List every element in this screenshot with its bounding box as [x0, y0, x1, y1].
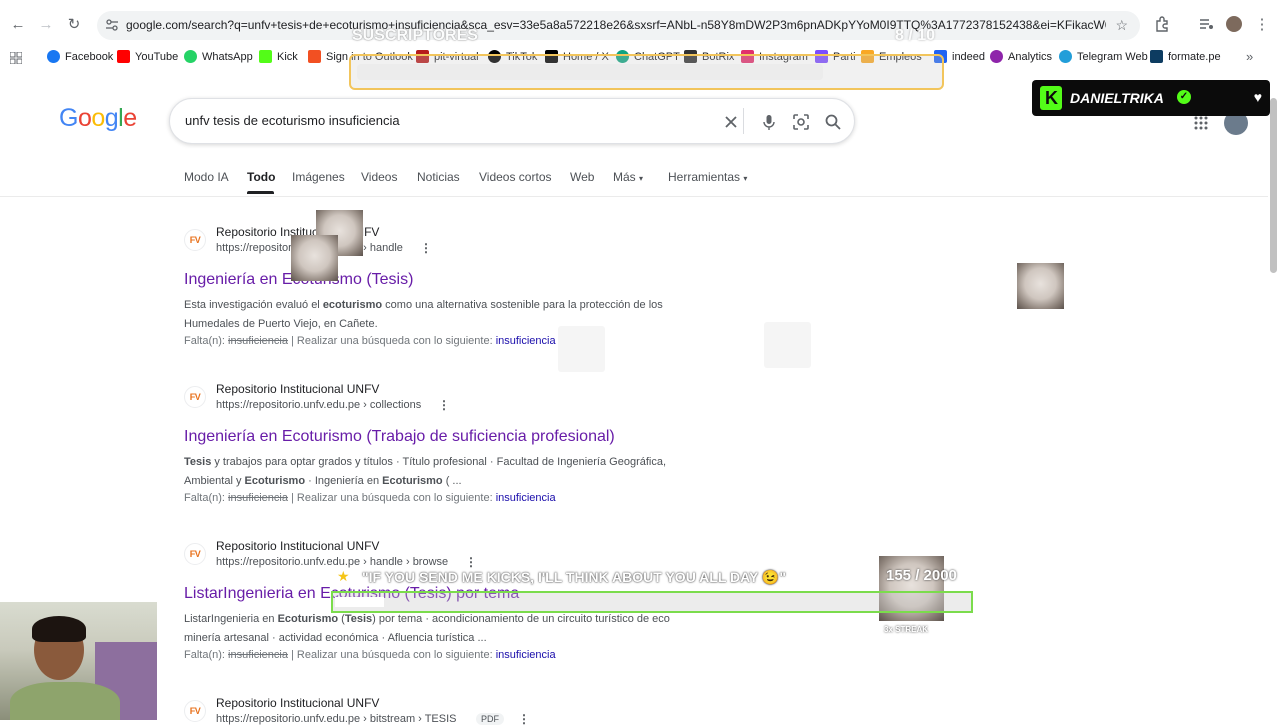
more-options-icon[interactable]: ⋮: [465, 555, 477, 569]
tab-herramientas[interactable]: Herramientas ▾: [668, 170, 747, 184]
search-icon[interactable]: [824, 113, 842, 131]
header-divider: [0, 196, 1268, 197]
extensions-icon[interactable]: [1154, 16, 1170, 32]
tab-videos-cortos[interactable]: Videos cortos: [479, 170, 552, 184]
whatsapp-icon: [184, 50, 197, 63]
facebook-icon: [47, 50, 60, 63]
tab-noticias[interactable]: Noticias: [417, 170, 460, 184]
site-info-icon[interactable]: [105, 18, 119, 32]
tab-modo-ia[interactable]: Modo IA: [184, 170, 229, 184]
bookmark-star-icon[interactable]: ☆: [1115, 17, 1128, 34]
tab-imagenes[interactable]: Imágenes: [292, 170, 345, 184]
kick-icon: [259, 50, 272, 63]
reload-icon[interactable]: ↻: [64, 14, 84, 34]
menu-icon[interactable]: ⋮: [1252, 14, 1272, 34]
bookmark-facebook[interactable]: Facebook: [47, 50, 113, 63]
subscribers-goal-bar: [349, 54, 944, 90]
result-snippet: ListarIngenieria en Ecoturismo (Tesis) p…: [184, 613, 670, 644]
profile-avatar[interactable]: [1226, 16, 1242, 32]
apps-grid-icon[interactable]: [10, 52, 22, 64]
hamster-sticker: [291, 235, 338, 281]
active-tab-indicator: [247, 191, 274, 194]
google-lens-icon[interactable]: [792, 113, 810, 131]
formate-icon: [1150, 50, 1163, 63]
search-input[interactable]: unfv tesis de ecoturismo insuficiencia: [185, 113, 400, 128]
url-text: google.com/search?q=unfv+tesis+de+ecotur…: [126, 18, 1106, 32]
chevron-down-icon: ▾: [639, 174, 644, 183]
missing-terms: Falta(n): insuficiencia | Realizar una b…: [184, 649, 556, 661]
webcam-feed: [0, 602, 157, 720]
faded-sticker: [558, 326, 605, 372]
heart-icon: ♥: [1253, 89, 1262, 105]
missing-terms: Falta(n): insuficiencia | Realizar una b…: [184, 492, 556, 504]
tab-mas[interactable]: Más ▾: [613, 170, 643, 184]
subscribers-goal-count: 8 / 10: [895, 27, 936, 44]
back-icon[interactable]: ←: [8, 14, 28, 34]
clear-icon[interactable]: [722, 113, 740, 131]
kick-channel-badge: DANIELTRIKA ✓ ♥: [1032, 80, 1270, 116]
kicks-goal-fill: [335, 597, 384, 607]
result-title[interactable]: Ingeniería en Ecoturismo (Trabajo de suf…: [184, 428, 615, 446]
kick-logo-icon: [1040, 86, 1062, 110]
google-apps-icon[interactable]: [1194, 116, 1208, 130]
more-bookmarks-icon[interactable]: »: [1246, 49, 1253, 64]
kicks-goal-count: 155 / 2000: [886, 567, 957, 584]
result-site-name[interactable]: Repositorio Institucional UNFV: [216, 382, 379, 396]
bookmark-youtube[interactable]: YouTube: [117, 50, 178, 63]
result-url[interactable]: https://repositorio.unfv.edu.pe › collec…: [216, 399, 421, 411]
tab-videos[interactable]: Videos: [361, 170, 397, 184]
bookmark-whatsapp[interactable]: WhatsApp: [184, 50, 253, 63]
youtube-icon: [117, 50, 130, 63]
more-options-icon[interactable]: ⋮: [438, 398, 450, 412]
webcam-person-body: [10, 682, 120, 720]
streak-label: 3x STREAK: [884, 625, 929, 634]
tab-todo[interactable]: Todo: [247, 170, 275, 184]
bookmark-analytics[interactable]: Analytics: [990, 50, 1052, 63]
bookmark-telegram[interactable]: Telegram Web: [1059, 50, 1148, 63]
microsoft-icon: [308, 50, 321, 63]
more-options-icon[interactable]: ⋮: [420, 241, 432, 255]
forward-icon[interactable]: →: [36, 14, 56, 34]
result-url[interactable]: https://repositorio.unfv.edu.pe › bitstr…: [216, 713, 456, 725]
kicks-goal-bar: [331, 591, 973, 613]
hamster-sticker: [1017, 263, 1064, 309]
browser-toolbar: ← → ↻ google.com/search?q=unfv+tesis+de+…: [0, 0, 1280, 48]
search-divider: [743, 108, 744, 134]
media-icon[interactable]: [1198, 16, 1214, 32]
result-site-name[interactable]: Repositorio Institucional UNFV: [216, 539, 379, 553]
faded-sticker: [764, 322, 811, 368]
pdf-badge: PDF: [476, 713, 504, 725]
more-options-icon[interactable]: ⋮: [518, 712, 530, 726]
unfv-favicon: FV: [184, 229, 206, 251]
result-site-name[interactable]: Repositorio Institucional UNFV: [216, 696, 379, 710]
kicks-goal-text: "IF YOU SEND ME KICKS, I'LL THINK ABOUT …: [362, 569, 787, 585]
result-snippet: Tesis y trabajos para optar grados y tít…: [184, 456, 667, 487]
bookmark-formate[interactable]: formate.pe: [1150, 50, 1221, 63]
scrollbar[interactable]: [1270, 98, 1277, 273]
verified-icon: ✓: [1177, 90, 1191, 104]
kick-username: DANIELTRIKA: [1070, 90, 1164, 106]
search-with-link[interactable]: insuficiencia: [496, 492, 556, 504]
search-with-link[interactable]: insuficiencia: [496, 649, 556, 661]
unfv-favicon: FV: [184, 543, 206, 565]
search-box[interactable]: unfv tesis de ecoturismo insuficiencia: [169, 98, 855, 144]
subscribers-goal-fill: [357, 64, 823, 80]
bookmark-kick[interactable]: Kick: [259, 50, 298, 63]
result-url[interactable]: https://repositorio.unfv.edu.pe › handle…: [216, 556, 448, 568]
unfv-favicon: FV: [184, 700, 206, 722]
unfv-favicon: FV: [184, 386, 206, 408]
webcam-person-hair: [32, 616, 86, 642]
google-logo[interactable]: Google: [59, 104, 137, 133]
analytics-icon: [990, 50, 1003, 63]
tab-web[interactable]: Web: [570, 170, 594, 184]
search-with-link[interactable]: insuficiencia: [496, 335, 556, 347]
telegram-icon: [1059, 50, 1072, 63]
subscribers-goal-title: SUSCRIPTORES: [352, 27, 478, 44]
result-snippet: Esta investigación evaluó el ecoturismo …: [184, 299, 663, 330]
chevron-down-icon: ▾: [743, 174, 748, 183]
missing-terms: Falta(n): insuficiencia | Realizar una b…: [184, 335, 556, 347]
address-bar[interactable]: google.com/search?q=unfv+tesis+de+ecotur…: [97, 11, 1140, 40]
microphone-icon[interactable]: [760, 113, 778, 131]
star-icon: ★: [337, 568, 350, 584]
